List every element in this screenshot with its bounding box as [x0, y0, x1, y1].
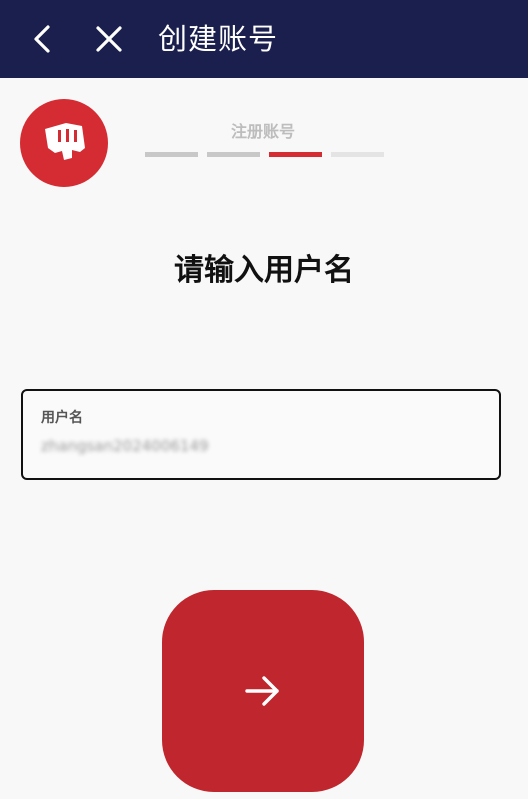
- username-input[interactable]: [41, 433, 441, 459]
- riot-fist-icon: [45, 123, 85, 160]
- progress-step-1: [145, 152, 198, 157]
- back-button[interactable]: [22, 19, 62, 59]
- step-label: 注册账号: [230, 122, 295, 141]
- username-label: 用户名: [41, 410, 83, 426]
- chevron-left-icon: [34, 25, 50, 53]
- next-button[interactable]: [162, 590, 364, 792]
- riot-logo: [20, 99, 108, 187]
- progress-step-4: [331, 152, 384, 157]
- close-icon: [96, 26, 122, 52]
- progress-step-2: [207, 152, 260, 157]
- close-button[interactable]: [89, 19, 129, 59]
- arrow-right-icon: [245, 676, 279, 706]
- main-heading: 请输入用户名: [174, 253, 354, 288]
- username-field[interactable]: 用户名: [21, 389, 501, 480]
- top-bar: 创建账号: [0, 0, 528, 78]
- progress-step-3: [269, 152, 322, 157]
- page-title: 创建账号: [158, 22, 279, 56]
- step-progress: [145, 152, 384, 157]
